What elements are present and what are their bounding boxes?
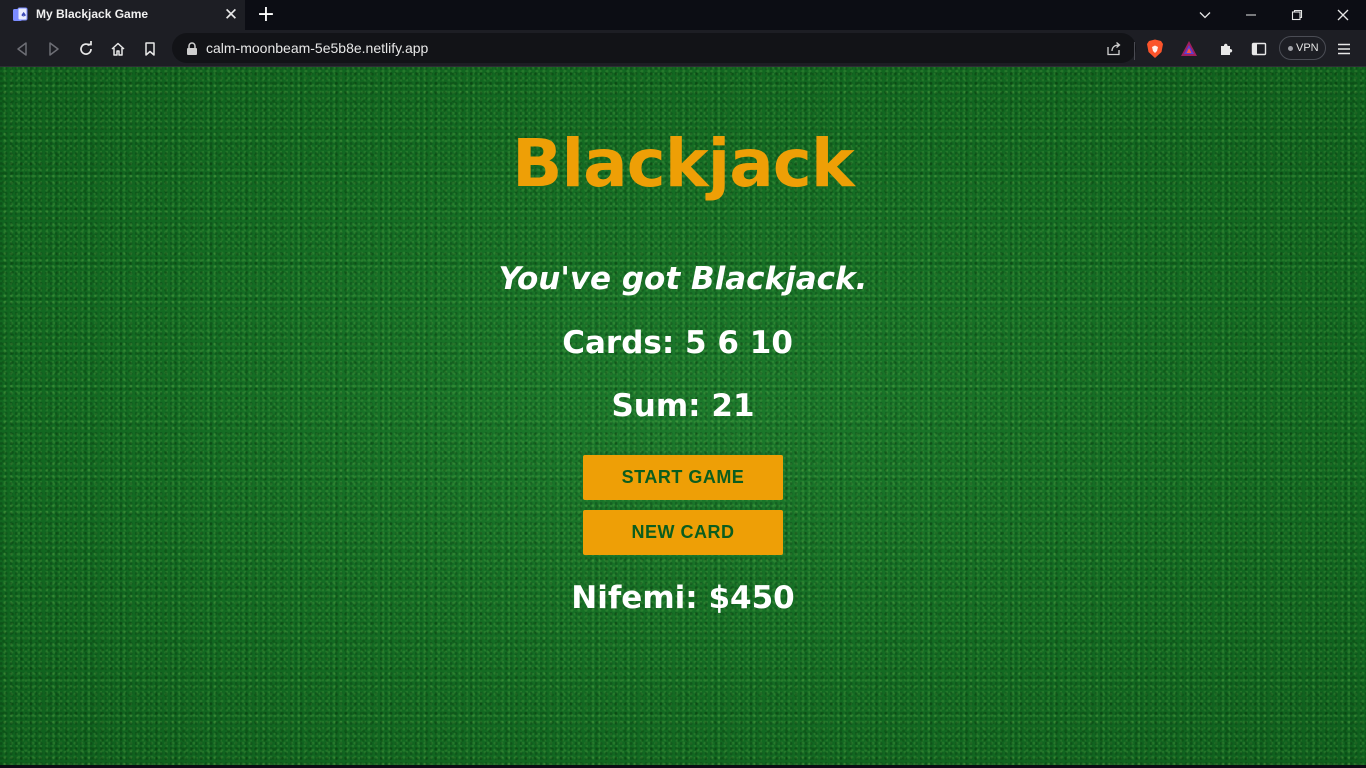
game-message: You've got Blackjack. — [498, 261, 868, 297]
new-tab-button[interactable]: + — [256, 4, 276, 26]
start-game-button[interactable]: START GAME — [583, 455, 783, 500]
tab-strip: ♠ My Blackjack Game ✕ + — [0, 0, 1366, 30]
tab-list-icon[interactable] — [1182, 0, 1228, 30]
browser-tab-active[interactable]: ♠ My Blackjack Game ✕ — [0, 0, 245, 30]
address-bar[interactable]: calm-moonbeam-5e5b8e.netlify.app — [172, 33, 1136, 63]
tab-title: My Blackjack Game — [36, 7, 149, 21]
new-card-button[interactable]: NEW CARD — [583, 510, 783, 555]
sum-display: Sum: 21 — [611, 388, 755, 424]
extensions-icon[interactable] — [1216, 38, 1238, 60]
vpn-button[interactable]: VPN — [1279, 36, 1326, 60]
browser-toolbar: calm-moonbeam-5e5b8e.netlify.app VPN — [0, 30, 1366, 67]
svg-text:♠: ♠ — [21, 11, 27, 19]
page-title: Blackjack — [512, 125, 855, 202]
back-icon[interactable] — [11, 38, 33, 60]
favicon-icon: ♠ — [12, 7, 28, 23]
share-icon[interactable] — [1106, 41, 1122, 60]
reload-icon[interactable] — [75, 38, 97, 60]
brave-shields-icon[interactable] — [1143, 36, 1165, 58]
menu-icon[interactable] — [1333, 38, 1355, 60]
cards-display: Cards: 5 6 10 — [562, 325, 804, 361]
minimize-icon[interactable] — [1228, 0, 1274, 30]
bookmark-icon[interactable] — [139, 38, 161, 60]
vpn-label: VPN — [1296, 42, 1319, 54]
url-text[interactable]: calm-moonbeam-5e5b8e.netlify.app — [206, 40, 428, 56]
brave-rewards-icon[interactable] — [1176, 36, 1198, 58]
game-page: Blackjack You've got Blackjack. Cards: 5… — [0, 67, 1366, 765]
lock-icon[interactable] — [186, 41, 198, 60]
sidebar-icon[interactable] — [1248, 38, 1270, 60]
player-chips: Nifemi: $450 — [571, 580, 795, 616]
tab-close-icon[interactable]: ✕ — [222, 6, 240, 24]
home-icon[interactable] — [107, 38, 129, 60]
forward-icon[interactable] — [43, 38, 65, 60]
close-icon[interactable] — [1320, 0, 1366, 30]
vpn-status-dot — [1288, 46, 1293, 51]
address-bar-divider — [1134, 42, 1135, 60]
restore-icon[interactable] — [1274, 0, 1320, 30]
